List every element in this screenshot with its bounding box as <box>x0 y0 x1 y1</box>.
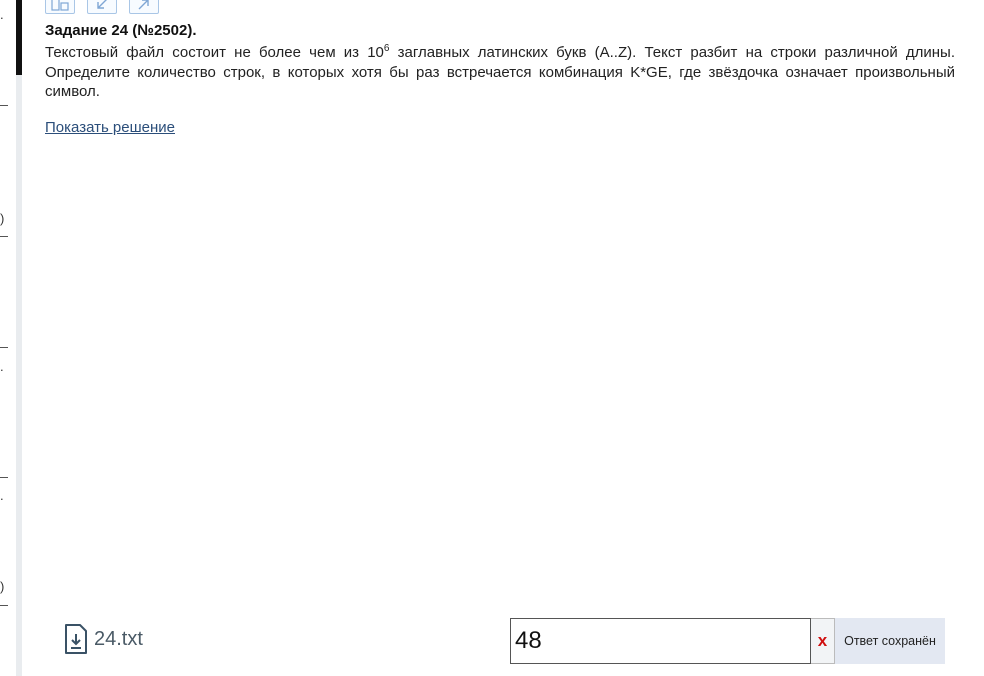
scrollbar-track[interactable] <box>16 0 22 676</box>
clear-answer-button[interactable]: x <box>811 618 835 664</box>
task-title: Задание 24 (№2502). <box>45 22 197 39</box>
arrow-down-left-icon <box>97 0 107 9</box>
file-download-link[interactable]: 24.txt <box>64 622 143 656</box>
task-statement: Текстовый файл состоит не более чем из 1… <box>45 43 955 102</box>
edge-divider <box>0 347 8 348</box>
file-name: 24.txt <box>94 627 143 650</box>
answer-saved-status: Ответ сохранён <box>835 618 945 664</box>
task-text-part: Текстовый файл состоит не более чем из 1… <box>45 44 384 61</box>
toggle-view-button[interactable] <box>45 0 75 14</box>
edge-divider <box>0 477 8 478</box>
layout-icon <box>51 0 69 11</box>
edge-mark: . <box>0 359 4 374</box>
expand-button[interactable] <box>129 0 159 14</box>
edge-divider <box>0 236 8 237</box>
edge-divider <box>0 105 8 106</box>
download-file-icon <box>65 624 87 654</box>
edge-mark: . <box>0 488 4 503</box>
task-toolbar <box>45 0 159 14</box>
arrow-up-right-icon <box>138 0 149 10</box>
edge-mark: ) <box>0 579 5 594</box>
show-solution-link[interactable]: Показать решение <box>45 119 175 136</box>
collapse-button[interactable] <box>87 0 117 14</box>
edge-mark: . <box>0 7 4 22</box>
edge-divider <box>0 605 8 606</box>
edge-mark: ) <box>0 211 5 226</box>
scrollbar-thumb[interactable] <box>16 0 22 75</box>
answer-input[interactable] <box>510 618 811 664</box>
